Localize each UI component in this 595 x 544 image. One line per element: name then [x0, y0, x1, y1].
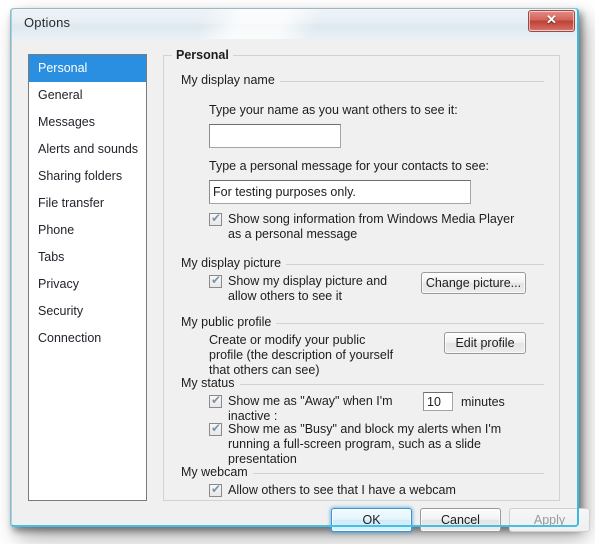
sidebar-item-phone[interactable]: Phone [29, 217, 146, 244]
show-display-picture-checkbox-label: Show my display picture and allow others… [228, 274, 388, 303]
public-profile-description: Create or modify your public profile (th… [209, 333, 394, 377]
section-my-display-name: My display name [181, 73, 544, 87]
sidebar-item-privacy[interactable]: Privacy [29, 271, 146, 298]
close-button[interactable]: ✕ [528, 10, 575, 32]
sidebar-item-label: Messages [38, 115, 95, 129]
edit-profile-button[interactable]: Edit profile [444, 332, 526, 354]
checkmark-icon: ✔ [211, 211, 222, 225]
webcam-checkbox[interactable]: ✔ [209, 482, 222, 497]
checkmark-icon: ✔ [211, 393, 222, 407]
personal-message-input[interactable] [209, 180, 471, 204]
options-dialog-window: Options ✕ Personal General Messages Aler… [10, 8, 590, 532]
checkmark-icon: ✔ [211, 482, 222, 496]
song-info-checkbox-row[interactable]: ✔ Show song information from Windows Med… [209, 212, 519, 242]
page-title: Personal [172, 48, 233, 62]
cancel-button[interactable]: Cancel [420, 508, 501, 532]
section-caption: My status [181, 376, 240, 390]
sidebar-item-security[interactable]: Security [29, 298, 146, 325]
sidebar-item-general[interactable]: General [29, 82, 146, 109]
sidebar-item-messages[interactable]: Messages [29, 109, 146, 136]
webcam-checkbox-row[interactable]: ✔ Allow others to see that I have a webc… [209, 483, 509, 498]
section-my-status: My status [181, 376, 544, 390]
section-caption: My webcam [181, 465, 253, 479]
away-status-checkbox[interactable]: ✔ [209, 393, 222, 408]
sidebar-item-label: File transfer [38, 196, 104, 210]
display-name-input[interactable] [209, 124, 341, 148]
sidebar-item-label: Sharing folders [38, 169, 123, 183]
section-header: My display name [181, 73, 544, 87]
sidebar-item-personal[interactable]: Personal [29, 55, 146, 82]
section-header: My display picture [181, 256, 544, 270]
sidebar-item-label: Phone [38, 223, 75, 237]
sidebar-item-alerts-and-sounds[interactable]: Alerts and sounds [29, 136, 146, 163]
section-caption: My display picture [181, 256, 287, 270]
sidebar-item-label: General [38, 88, 83, 102]
desktop-backdrop: Options ✕ Personal General Messages Aler… [0, 0, 595, 544]
busy-status-checkbox-label: Show me as "Busy" and block my alerts wh… [228, 422, 502, 466]
away-status-checkbox-label: Show me as "Away" when I'm inactive : [228, 394, 393, 423]
away-minutes-input[interactable] [423, 392, 453, 411]
personal-settings-group: Personal My display name Type your name … [163, 48, 560, 501]
busy-status-checkbox[interactable]: ✔ [209, 421, 222, 436]
checkmark-icon: ✔ [211, 421, 222, 435]
song-info-checkbox[interactable]: ✔ [209, 211, 222, 226]
sidebar-item-tabs[interactable]: Tabs [29, 244, 146, 271]
section-header: My status [181, 376, 544, 390]
personal-message-prompt-label: Type a personal message for your contact… [209, 159, 490, 173]
close-icon: ✕ [546, 12, 557, 27]
sidebar-item-label: Privacy [38, 277, 79, 291]
section-my-webcam: My webcam [181, 465, 544, 479]
away-status-checkbox-row[interactable]: ✔ Show me as "Away" when I'm inactive : [209, 394, 429, 424]
sidebar-item-label: Connection [38, 331, 102, 345]
window-title: Options [24, 15, 71, 30]
dialog-body: Personal General Messages Alerts and sou… [11, 39, 590, 532]
sidebar-item-label: Tabs [38, 250, 65, 264]
sidebar-item-label: Alerts and sounds [38, 142, 139, 156]
show-display-picture-checkbox[interactable]: ✔ [209, 273, 222, 288]
section-caption: My display name [181, 73, 280, 87]
ok-button[interactable]: OK [331, 508, 412, 532]
show-display-picture-checkbox-row[interactable]: ✔ Show my display picture and allow othe… [209, 274, 399, 304]
section-my-display-picture: My display picture [181, 256, 544, 270]
sidebar-item-label: Personal [38, 61, 88, 75]
away-minutes-unit-label: minutes [461, 395, 505, 409]
checkmark-icon: ✔ [211, 273, 222, 287]
section-header: My webcam [181, 465, 544, 479]
change-picture-button[interactable]: Change picture... [421, 272, 526, 294]
section-my-public-profile: My public profile [181, 315, 544, 329]
title-bar[interactable]: Options ✕ [11, 9, 578, 40]
section-header: My public profile [181, 315, 544, 329]
busy-status-checkbox-row[interactable]: ✔ Show me as "Busy" and block my alerts … [209, 422, 509, 467]
name-prompt-label: Type your name as you want others to see… [209, 103, 458, 117]
sidebar-item-file-transfer[interactable]: File transfer [29, 190, 146, 217]
webcam-checkbox-label: Allow others to see that I have a webcam [228, 483, 456, 497]
section-caption: My public profile [181, 315, 277, 329]
sidebar-item-connection[interactable]: Connection [29, 325, 146, 352]
sidebar-item-label: Security [38, 304, 84, 318]
sidebar-item-sharing-folders[interactable]: Sharing folders [29, 163, 146, 190]
category-listbox[interactable]: Personal General Messages Alerts and sou… [28, 54, 147, 501]
song-info-checkbox-label: Show song information from Windows Media… [228, 212, 515, 241]
apply-button: Apply [509, 508, 590, 532]
